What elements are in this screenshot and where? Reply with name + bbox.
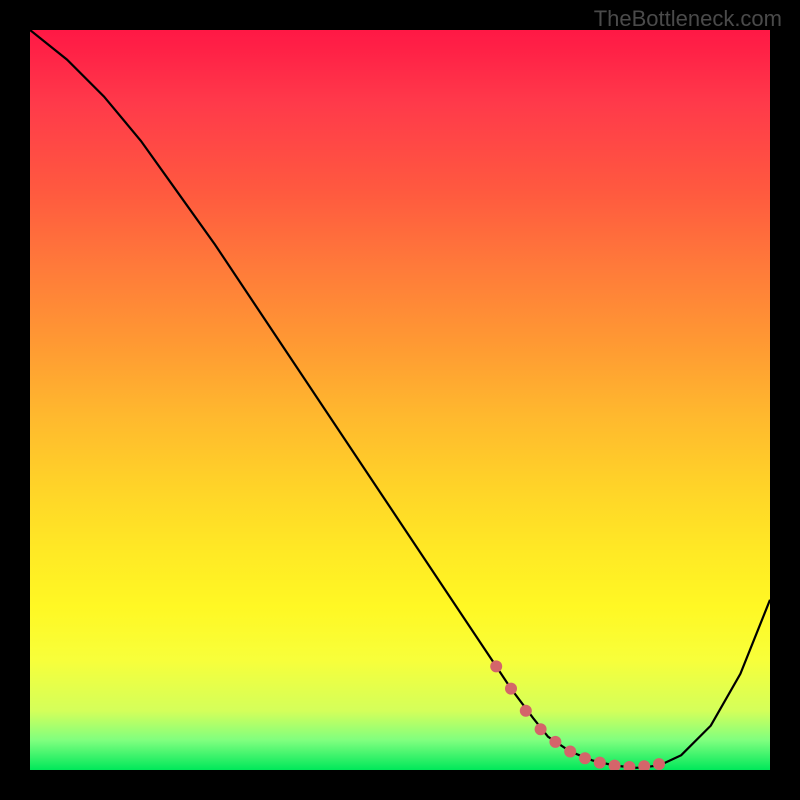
highlight-dot [594,757,606,769]
highlight-dot [490,660,502,672]
highlight-dot [535,723,547,735]
highlight-dot [609,760,621,770]
highlight-dot [549,736,561,748]
highlight-dot [653,758,665,770]
highlight-dot [579,752,591,764]
highlight-dot [638,760,650,770]
main-curve-line [30,30,770,768]
highlight-dot [623,761,635,770]
watermark-text: TheBottleneck.com [594,6,782,32]
highlight-dot [505,683,517,695]
highlight-dot [520,705,532,717]
highlight-dot [564,746,576,758]
plot-area [30,30,770,770]
chart-svg [30,30,770,770]
